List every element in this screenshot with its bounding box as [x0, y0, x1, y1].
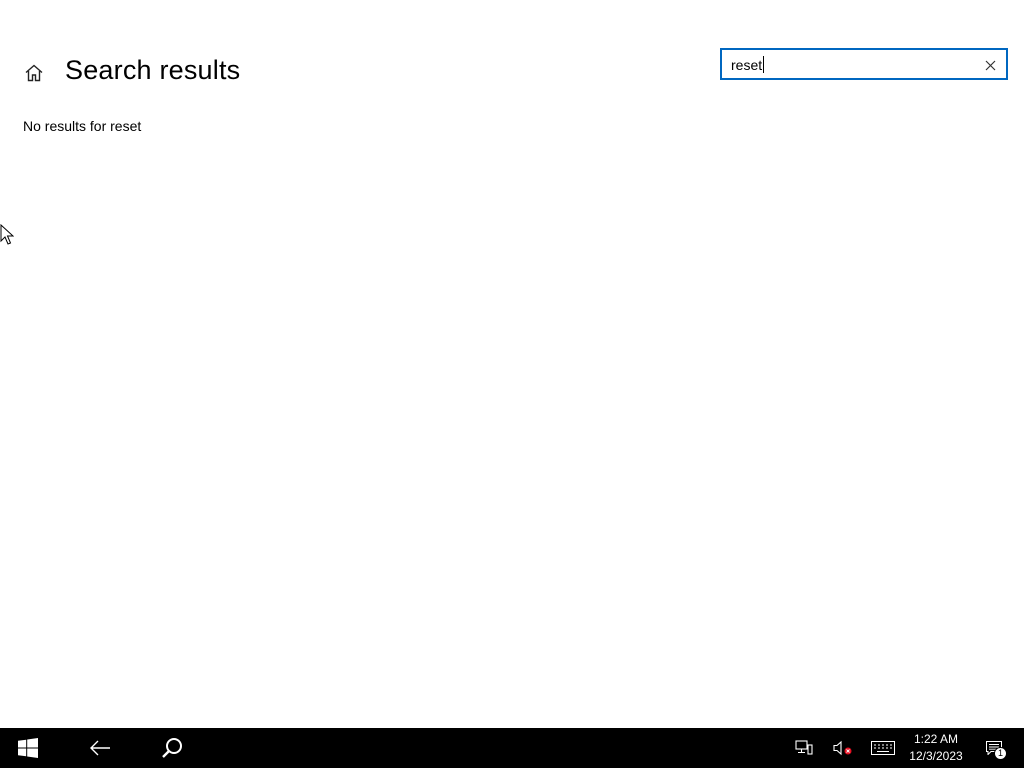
no-results-message: No results for reset: [23, 118, 142, 134]
notification-count-badge: 1: [994, 747, 1007, 760]
action-center-button[interactable]: 1: [980, 728, 1008, 768]
taskbar: 1:22 AM 12/3/2023 1: [0, 728, 1024, 768]
volume-muted-icon: [833, 740, 852, 756]
home-button[interactable]: [18, 57, 50, 89]
close-icon: [985, 60, 995, 70]
touch-keyboard-button[interactable]: [868, 728, 898, 768]
clock-date: 12/3/2023: [909, 749, 963, 763]
back-button[interactable]: [72, 728, 128, 768]
text-caret: [763, 56, 764, 73]
network-tray-button[interactable]: [790, 728, 818, 768]
clock-time: 1:22 AM: [913, 732, 959, 746]
taskbar-search-button[interactable]: [144, 728, 200, 768]
search-box[interactable]: [720, 48, 1008, 80]
network-icon: [795, 740, 813, 755]
search-icon: [162, 738, 182, 758]
clear-search-button[interactable]: [980, 55, 1000, 75]
taskbar-clock[interactable]: 1:22 AM 12/3/2023: [900, 728, 972, 768]
keyboard-icon: [871, 741, 895, 755]
home-icon: [25, 64, 43, 82]
volume-tray-button[interactable]: [829, 728, 857, 768]
settings-window: Search results No results for reset: [0, 0, 1024, 728]
back-arrow-icon: [90, 740, 110, 756]
search-input[interactable]: [731, 54, 971, 76]
mouse-pointer-icon: [0, 224, 14, 245]
start-button[interactable]: [0, 728, 56, 768]
page-title: Search results: [65, 55, 241, 85]
windows-logo-icon: [18, 738, 38, 758]
